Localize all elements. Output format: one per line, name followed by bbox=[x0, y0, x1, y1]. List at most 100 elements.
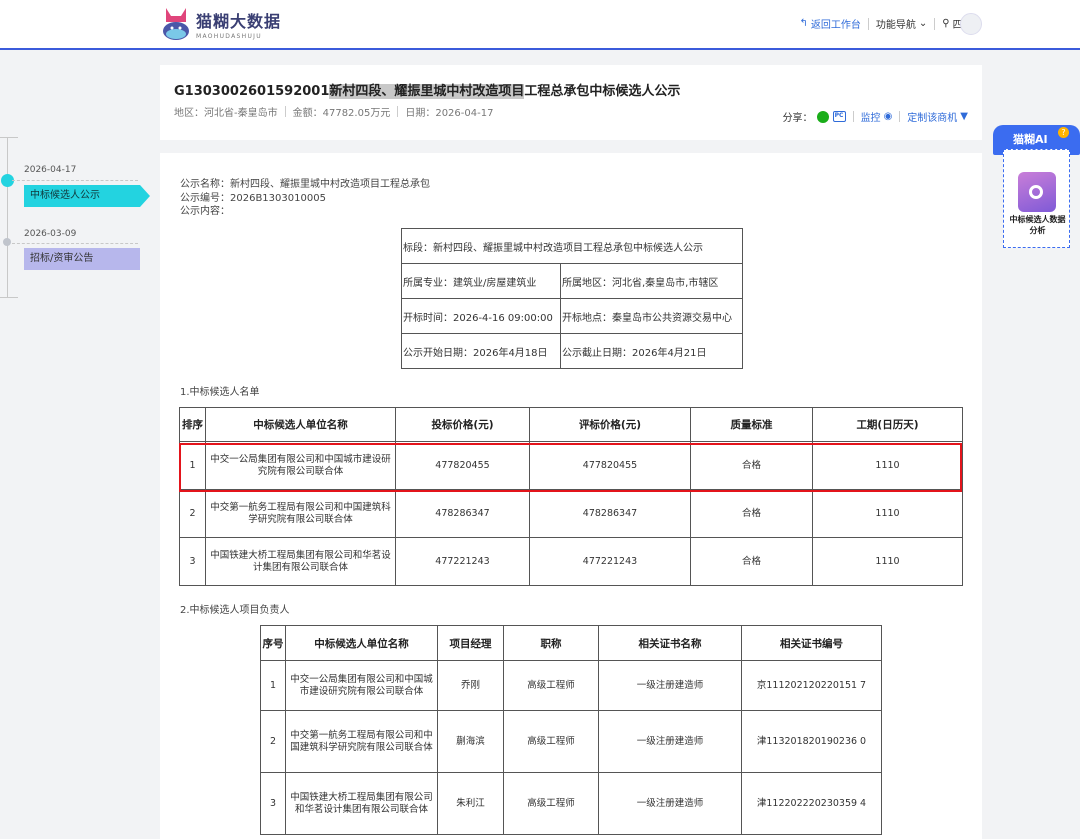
timeline-date: 2026-04-17 bbox=[24, 165, 77, 175]
top-bar: 猫糊大数据 MAOHUDASHUJU ↰ 返回工作台 功能导航 ⌄ ⚲ 四川 ⌄ bbox=[0, 0, 1080, 50]
cell-quality: 合格 bbox=[690, 537, 813, 586]
cell-name: 中交一公局集团有限公司和中国城市建设研究院有限公司联合体 bbox=[285, 660, 438, 711]
col-cert-no: 相关证书编号 bbox=[741, 625, 882, 661]
back-label: 返回工作台 bbox=[810, 20, 861, 31]
table-row: 2 中交第一航务工程局有限公司和中国建筑科学研究院有限公司联合体 4782863… bbox=[179, 489, 963, 538]
share-label: 分享： bbox=[782, 113, 813, 124]
cell-eval: 477820455 bbox=[529, 441, 691, 490]
brand-subtitle: MAOHUDASHUJU bbox=[196, 33, 262, 40]
cell-period: 1110 bbox=[812, 441, 963, 490]
table-row: 1 中交一公局集团有限公司和中国城市建设研究院有限公司联合体 477820455… bbox=[179, 441, 963, 490]
info-area: 所属地区：河北省,秦皇岛市,市辖区 bbox=[560, 263, 743, 299]
cell-bid: 478286347 bbox=[395, 489, 530, 538]
cell-title: 高级工程师 bbox=[503, 710, 599, 773]
cell-quality: 合格 bbox=[690, 489, 813, 538]
page-title: G1303002601592001新村四段、耀振里城中村改造项目工程总承包中标候… bbox=[174, 80, 680, 99]
cell-bid: 477221243 bbox=[395, 537, 530, 586]
cell-cert: 一级注册建造师 bbox=[598, 660, 742, 711]
col-manager: 项目经理 bbox=[437, 625, 504, 661]
ai-widget[interactable]: 猫糊AI ? 中标候选人数据分析 bbox=[993, 118, 1080, 248]
cell-no: 2 bbox=[260, 710, 286, 773]
info-start-date: 公示开始日期：2026年4月18日 bbox=[401, 333, 561, 369]
region-meta: 地区：河北省-秦皇岛市 bbox=[174, 108, 278, 119]
customize-link[interactable]: 定制该商机 ▼ bbox=[907, 109, 968, 124]
avatar[interactable] bbox=[960, 13, 982, 35]
wechat-icon[interactable] bbox=[816, 110, 829, 123]
cell-manager: 朱利江 bbox=[437, 772, 504, 835]
cell-name: 中交第一航务工程局有限公司和中国建筑科学研究院有限公司联合体 bbox=[205, 489, 396, 538]
amount-meta: 金额：47782.05万元 bbox=[292, 108, 391, 119]
function-nav-dropdown[interactable]: 功能导航 ⌄ bbox=[876, 16, 927, 31]
back-to-workbench-link[interactable]: ↰ 返回工作台 bbox=[800, 16, 861, 31]
info-section: 标段：新村四段、耀振里城中村改造项目工程总承包中标候选人公示 bbox=[401, 228, 743, 264]
bookmark-icon: ▼ bbox=[960, 111, 968, 122]
customize-label: 定制该商机 bbox=[907, 113, 958, 124]
table-header-row: 排序 中标候选人单位名称 投标价格(元) 评标价格(元) 质量标准 工期(日历天… bbox=[179, 407, 963, 442]
cell-period: 1110 bbox=[812, 489, 963, 538]
cell-rank: 3 bbox=[179, 537, 206, 586]
notice-content-label: 公示内容： bbox=[180, 206, 230, 217]
managers-table: 序号 中标候选人单位名称 项目经理 职称 相关证书名称 相关证书编号 1 中交一… bbox=[260, 625, 882, 835]
col-rank: 排序 bbox=[179, 407, 206, 442]
info-end-date: 公示截止日期：2026年4月21日 bbox=[560, 333, 743, 369]
col-title: 职称 bbox=[503, 625, 599, 661]
cell-quality: 合格 bbox=[690, 441, 813, 490]
timeline-item-tender-notice[interactable]: 招标/资审公告 bbox=[24, 248, 140, 270]
analysis-icon bbox=[1018, 172, 1056, 212]
cell-eval: 477221243 bbox=[529, 537, 691, 586]
timeline-divider bbox=[12, 243, 138, 244]
col-cert: 相关证书名称 bbox=[598, 625, 742, 661]
logo[interactable]: 猫糊大数据 MAOHUDASHUJU bbox=[160, 4, 281, 44]
cell-name: 中交一公局集团有限公司和中国城市建设研究院有限公司联合体 bbox=[205, 441, 396, 490]
cell-cert-no: 京111202120220151 7 bbox=[741, 660, 882, 711]
timeline-date: 2026-03-09 bbox=[24, 229, 77, 239]
info-open-time: 开标时间：2026-4-16 09:00:00 bbox=[401, 298, 561, 334]
info-major: 所属专业：建筑业/房屋建筑业 bbox=[401, 263, 561, 299]
col-quality: 质量标准 bbox=[690, 407, 813, 442]
ai-analysis-card[interactable]: 中标候选人数据分析 bbox=[1003, 149, 1070, 248]
cell-rank: 1 bbox=[179, 441, 206, 490]
timeline-dot bbox=[3, 238, 11, 246]
brand-name: 猫糊大数据 bbox=[196, 12, 282, 31]
location-pin-icon: ⚲ bbox=[942, 18, 950, 29]
pc-icon[interactable]: PC bbox=[832, 111, 846, 122]
cell-manager: 蒯海滨 bbox=[437, 710, 504, 773]
col-bid: 投标价格(元) bbox=[395, 407, 530, 442]
table-row: 2 中交第一航务工程局有限公司和中国建筑科学研究院有限公司联合体 蒯海滨 高级工… bbox=[260, 710, 882, 773]
cell-eval: 478286347 bbox=[529, 489, 691, 538]
notice-number: 公示编号：2026B1303010005 bbox=[180, 192, 326, 204]
back-arrow-icon: ↰ bbox=[799, 18, 808, 29]
col-name: 中标候选人单位名称 bbox=[205, 407, 396, 442]
chevron-down-icon: ⌄ bbox=[918, 18, 928, 29]
candidates-section-title: 1.中标候选人名单 bbox=[180, 387, 260, 398]
cell-no: 3 bbox=[260, 772, 286, 835]
cell-rank: 2 bbox=[179, 489, 206, 538]
table-row: 3 中国铁建大桥工程局集团有限公司和华茗设计集团有限公司联合体 朱利江 高级工程… bbox=[260, 772, 882, 835]
cell-name: 中国铁建大桥工程局集团有限公司和华茗设计集团有限公司联合体 bbox=[205, 537, 396, 586]
header-card: G1303002601592001新村四段、耀振里城中村改造项目工程总承包中标候… bbox=[160, 65, 982, 140]
cell-name: 中交第一航务工程局有限公司和中国建筑科学研究院有限公司联合体 bbox=[285, 710, 438, 773]
ai-analysis-label: 中标候选人数据分析 bbox=[1009, 215, 1066, 235]
title-highlight: 新村四段、耀振里城中村改造项目 bbox=[329, 84, 525, 99]
logo-cat-icon bbox=[160, 4, 192, 44]
cell-bid: 477820455 bbox=[395, 441, 530, 490]
col-eval: 评标价格(元) bbox=[529, 407, 691, 442]
timeline-divider bbox=[12, 180, 138, 181]
cell-period: 1110 bbox=[812, 537, 963, 586]
help-icon[interactable]: ? bbox=[1058, 127, 1069, 138]
cell-title: 高级工程师 bbox=[503, 772, 599, 835]
timeline-cap bbox=[0, 137, 18, 138]
title-rest: 工程总承包中标候选人公示 bbox=[524, 84, 681, 99]
col-name: 中标候选人单位名称 bbox=[285, 625, 438, 661]
notice-name: 公示名称：新村四段、耀振里城中村改造项目工程总承包 bbox=[180, 179, 430, 190]
timeline-item-candidate-notice[interactable]: 中标候选人公示 bbox=[24, 185, 150, 207]
monitor-icon: ◉ bbox=[883, 111, 893, 122]
monitor-link[interactable]: 监控 ◉ bbox=[861, 109, 893, 124]
cell-no: 1 bbox=[260, 660, 286, 711]
main-content: 公示名称：新村四段、耀振里城中村改造项目工程总承包 公示编号：2026B1303… bbox=[160, 153, 982, 839]
info-open-place: 开标地点：秦皇岛市公共资源交易中心 bbox=[560, 298, 743, 334]
candidates-table: 排序 中标候选人单位名称 投标价格(元) 评标价格(元) 质量标准 工期(日历天… bbox=[179, 407, 963, 586]
col-period: 工期(日历天) bbox=[812, 407, 963, 442]
timeline-line bbox=[7, 137, 8, 297]
title-code: G1303002601592001 bbox=[174, 84, 330, 99]
